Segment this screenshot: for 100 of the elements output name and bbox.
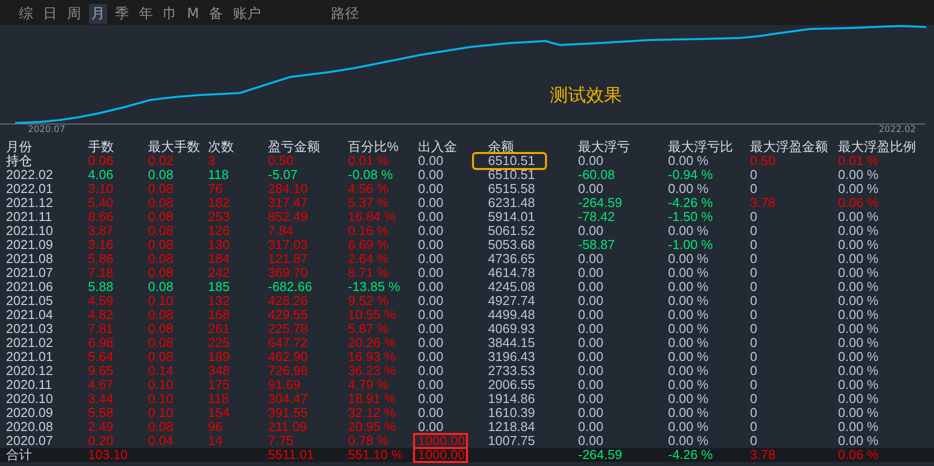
table-cell: 0.00 % — [838, 308, 878, 322]
table-cell: 0.00 — [418, 154, 444, 168]
table-cell: 5.37 % — [348, 196, 388, 210]
table-cell: -13.85 % — [348, 280, 400, 294]
table-cell: 0.02 — [148, 154, 174, 168]
table-cell: 317.03 — [268, 238, 308, 252]
period-tab[interactable]: 月 — [89, 4, 107, 24]
table-cell: 0.00 % — [668, 378, 708, 392]
table-cell: 5.87 % — [348, 322, 388, 336]
table-cell: 551.10 % — [348, 448, 403, 462]
table-cell: 391.55 — [268, 406, 308, 420]
table-cell: 0.00 % — [838, 350, 878, 364]
table-cell: 0.00 — [578, 420, 604, 434]
table-cell: 0.00 % — [838, 238, 878, 252]
table-cell: 4.67 — [88, 378, 114, 392]
table-cell: 10.55 % — [348, 308, 396, 322]
table-cell: 0.00 % — [668, 252, 708, 266]
table-cell: 2021.09 — [6, 238, 53, 252]
table-cell: 0.08 — [148, 168, 174, 182]
table-cell: 126 — [208, 224, 230, 238]
table-cell: 0.08 — [148, 182, 174, 196]
table-cell: 348 — [208, 364, 230, 378]
period-tab[interactable]: 日 — [41, 4, 59, 24]
column-header: 最大手数 — [148, 139, 200, 154]
table-cell: 6.69 % — [348, 238, 388, 252]
table-cell: 0.00 — [578, 266, 604, 280]
period-tab[interactable]: 巾 — [161, 4, 179, 24]
table-cell: 0.00 % — [668, 280, 708, 294]
table-cell: 2022.01 — [6, 182, 53, 196]
table-cell: 132 — [208, 294, 230, 308]
table-cell: 0.00 % — [838, 294, 878, 308]
table-cell: 4.56 % — [348, 182, 388, 196]
table-cell: 5.58 — [88, 406, 114, 420]
table-cell: 0.00 % — [668, 434, 708, 448]
table-cell: 0.00 — [418, 266, 444, 280]
table-cell: 32.12 % — [348, 406, 396, 420]
table-cell: 1007.75 — [488, 434, 535, 448]
table-cell: 0.00 — [418, 280, 444, 294]
period-tab[interactable]: 年 — [137, 4, 155, 24]
table-cell: 6231.48 — [488, 196, 535, 210]
table-cell: 369.70 — [268, 266, 308, 280]
table-cell: 0.00 % — [838, 434, 878, 448]
table-cell: 0.00 % — [668, 294, 708, 308]
table-cell: 2021.02 — [6, 336, 53, 350]
table-cell: 9.65 — [88, 364, 114, 378]
table-cell: 0.00 % — [838, 252, 878, 266]
table-cell: 2733.53 — [488, 364, 535, 378]
period-tab[interactable]: M — [185, 4, 202, 24]
table-cell: 2020.09 — [6, 406, 53, 420]
table-cell: 0.00 % — [668, 224, 708, 238]
table-cell: 0.06 % — [838, 448, 878, 462]
period-tab[interactable]: 备 — [207, 4, 226, 24]
table-cell: 91.69 — [268, 378, 301, 392]
table-cell: 2021.12 — [6, 196, 53, 210]
table-cell: 0.01 % — [838, 154, 878, 168]
table-cell: 0.00 — [578, 280, 604, 294]
period-tab[interactable]: 账户 — [231, 4, 264, 24]
table-cell: 0.08 — [148, 308, 174, 322]
table-cell: 0.06 % — [838, 196, 878, 210]
table-cell: 1218.84 — [488, 420, 535, 434]
table-cell: 76 — [208, 182, 222, 196]
table-cell: 0.08 — [148, 266, 174, 280]
column-header: 最大浮亏比 — [668, 139, 733, 154]
table-cell: 2022.02 — [6, 168, 53, 182]
table-cell: 211.09 — [268, 420, 307, 434]
period-tab[interactable]: 综 — [17, 4, 35, 24]
table-cell: 0.00 % — [668, 308, 708, 322]
table-cell: 4245.08 — [488, 280, 535, 294]
period-tab[interactable]: 路径 — [329, 4, 362, 24]
table-cell: 168 — [208, 308, 230, 322]
table-cell: 0.00 % — [838, 266, 878, 280]
table-cell: 118 — [208, 392, 229, 406]
table-cell: 3 — [208, 154, 216, 168]
table-cell: 0.00 % — [838, 392, 878, 406]
table-cell: 3.10 — [88, 182, 114, 196]
period-tab[interactable]: 周 — [65, 4, 83, 24]
table-cell: 0.00 % — [668, 350, 708, 364]
table-cell: -0.08 % — [348, 168, 393, 182]
table-cell: 0.00 — [418, 350, 444, 364]
table-cell: 5.86 — [88, 252, 114, 266]
table-cell: 6510.51 — [488, 168, 535, 182]
table-cell: 0.00 % — [838, 378, 878, 392]
table-cell: 20.95 % — [348, 420, 396, 434]
table-cell: 0.00 — [418, 168, 444, 182]
column-header: 百分比% — [348, 139, 399, 154]
table-cell: 6510.51 — [474, 154, 545, 168]
table-cell: 0.00 % — [838, 168, 878, 182]
table-cell: 4.82 — [88, 308, 114, 322]
column-header: 出入金 — [418, 139, 457, 154]
table-cell: 14 — [208, 434, 222, 448]
column-header: 最大浮盈金额 — [750, 139, 828, 154]
table-cell: 0 — [750, 210, 758, 224]
table-cell: 317.47 — [268, 196, 308, 210]
table-cell: 0.00 — [418, 182, 444, 196]
table-cell: 2021.05 — [6, 294, 53, 308]
table-cell: 284.10 — [268, 182, 308, 196]
table-cell: 175 — [208, 378, 230, 392]
period-tab[interactable]: 季 — [113, 4, 131, 24]
table-cell: 0 — [750, 294, 758, 308]
table-cell: -5.07 — [268, 168, 298, 182]
